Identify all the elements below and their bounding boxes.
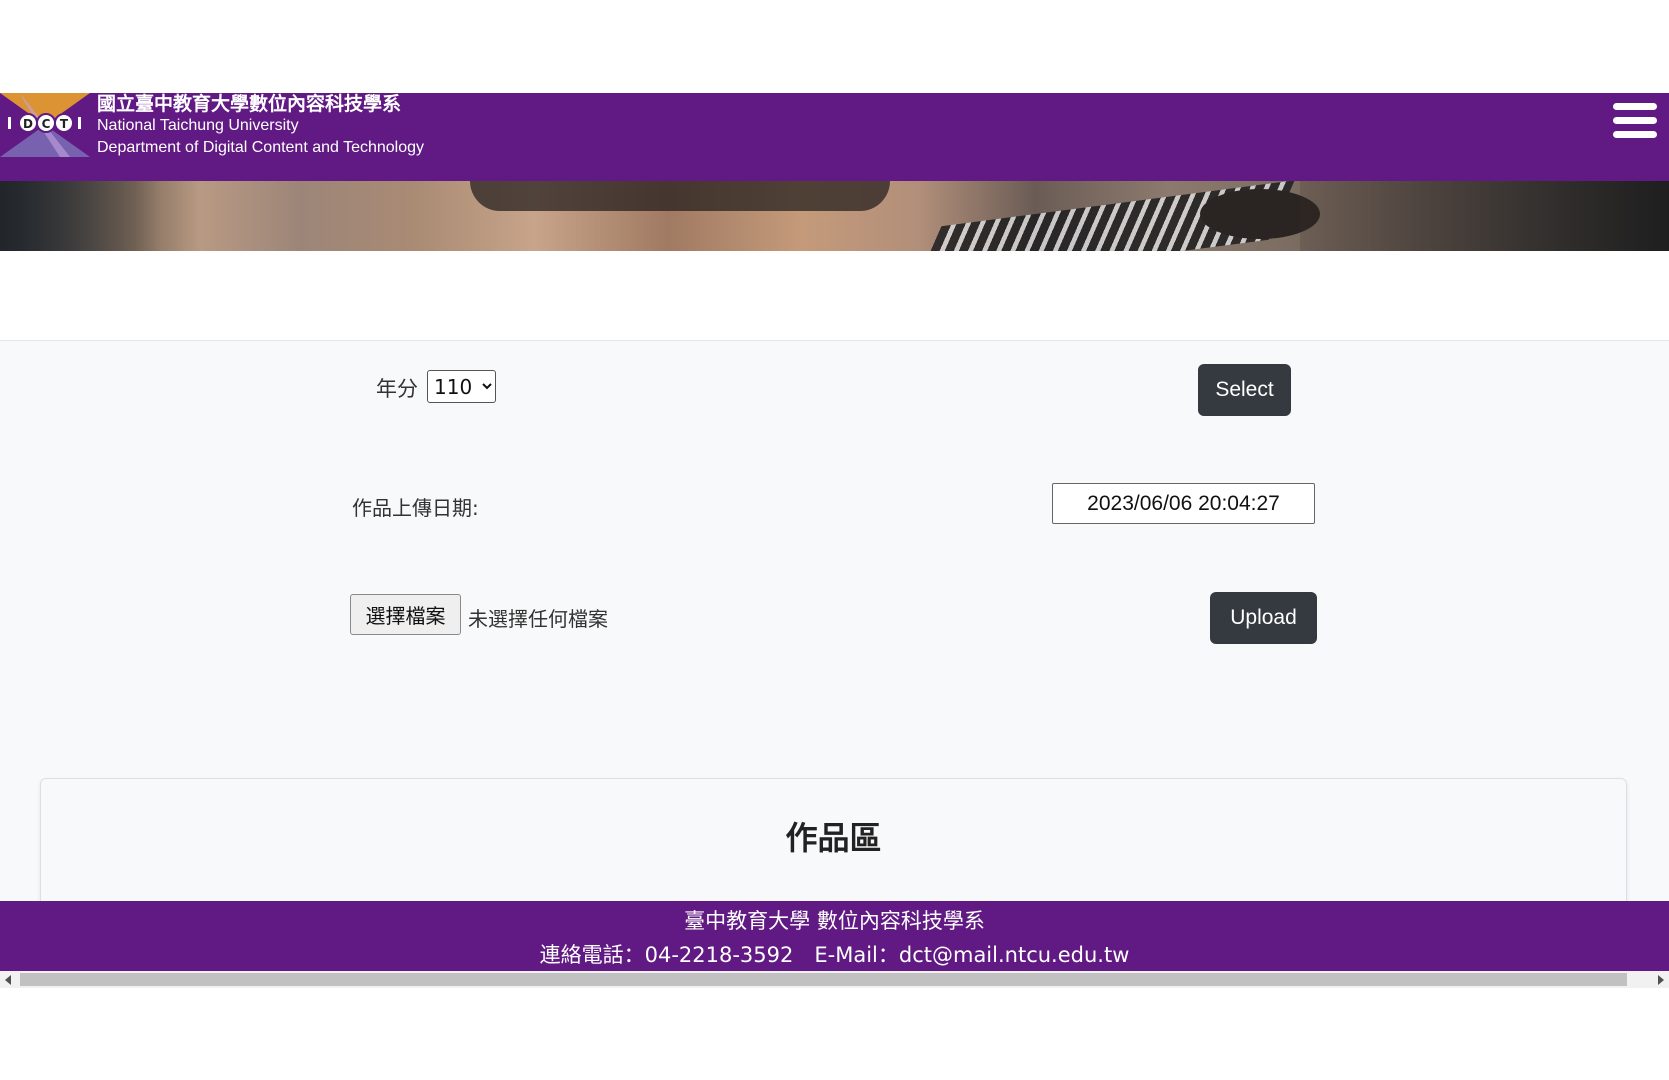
site-header: D C T 國立臺中教育大學數位內容科技學系 National Taichung…: [0, 93, 1669, 181]
svg-text:C: C: [42, 117, 51, 131]
footer-department: 臺中教育大學 數位內容科技學系: [684, 909, 985, 933]
upload-date-label: 作品上傳日期:: [352, 496, 479, 520]
logo-text: 國立臺中教育大學數位內容科技學系 National Taichung Unive…: [97, 93, 424, 159]
upload-form-section: 年分 110 Select 作品上傳日期: 選擇檔案 未選擇任何檔案 Uploa…: [0, 340, 1669, 920]
header-banner-image: [0, 181, 1669, 251]
svg-text:D: D: [23, 117, 33, 131]
department-name-en: Department of Digital Content and Techno…: [97, 139, 425, 156]
site-footer: 臺中教育大學 數位內容科技學系 連絡電話：04-2218-3592 E-Mail…: [0, 901, 1669, 971]
university-name-en: National Taichung University: [97, 117, 299, 134]
department-name-zh: 國立臺中教育大學數位內容科技學系: [97, 93, 402, 115]
works-title: 作品區: [785, 819, 882, 857]
svg-text:T: T: [60, 117, 69, 131]
file-status-text: 未選擇任何檔案: [468, 607, 608, 631]
upload-date-field[interactable]: [1052, 483, 1315, 524]
choose-file-button[interactable]: 選擇檔案: [350, 594, 461, 635]
year-label: 年分: [376, 377, 418, 401]
horizontal-scrollbar[interactable]: [0, 971, 1669, 988]
upload-button[interactable]: Upload: [1210, 592, 1317, 644]
scroll-left-icon[interactable]: [5, 975, 11, 985]
scroll-right-icon[interactable]: [1658, 975, 1664, 985]
footer-contact: 連絡電話：04-2218-3592 E-Mail：dct@mail.ntcu.e…: [539, 943, 1130, 967]
scrollbar-thumb[interactable]: [20, 973, 1627, 986]
works-card: 作品區: [40, 778, 1627, 920]
select-button[interactable]: Select: [1198, 364, 1291, 416]
year-select[interactable]: 110: [427, 370, 496, 403]
dct-logo[interactable]: D C T: [0, 93, 90, 157]
hamburger-menu-icon[interactable]: [1613, 103, 1657, 145]
